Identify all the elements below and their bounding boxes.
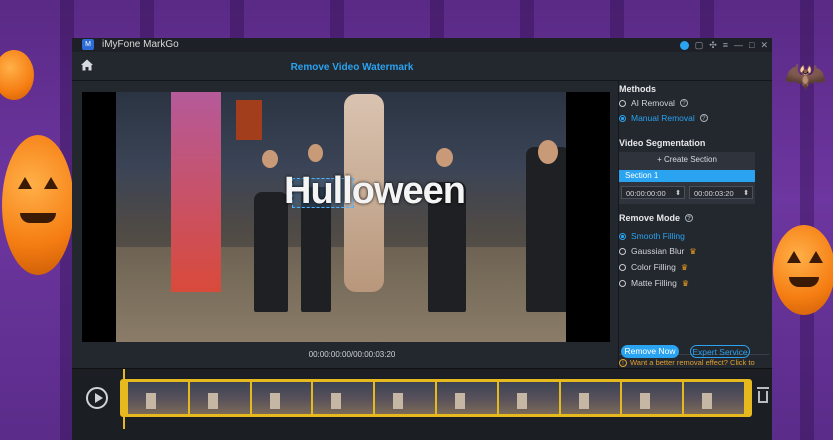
video-person-head: [262, 150, 278, 168]
smooth-filling-label: Smooth Filling: [631, 231, 685, 241]
help-icon[interactable]: ?: [685, 214, 694, 222]
timeline-thumbnail: [313, 382, 374, 414]
radio-icon: [619, 99, 626, 107]
segment-box: + Create Section Section 1 00:00:00:00 ⬍…: [619, 152, 755, 204]
help-icon[interactable]: ?: [679, 99, 688, 107]
video-banner: [236, 100, 262, 140]
crown-icon: ♛: [681, 278, 689, 288]
timeline-thumbnail: [189, 382, 250, 414]
trash-icon[interactable]: [757, 387, 769, 403]
ai-removal-label: AI Removal: [631, 98, 675, 108]
video-watermark-text: Hulloween: [284, 170, 466, 212]
timeline-thumbnail: [498, 382, 559, 414]
timeline-thumbnail: [622, 382, 683, 414]
app-name: iMyFone MarkGo: [102, 39, 179, 50]
settings-panel: Methods AI Removal ? Manual Removal ? Vi…: [618, 80, 772, 377]
remove-mode-heading: Remove Mode ?: [619, 213, 694, 223]
manual-removal-label: Manual Removal: [631, 113, 695, 123]
ai-removal-option[interactable]: AI Removal ?: [619, 98, 688, 108]
title-bar: M iMyFone MarkGo ▢ ✣ ≡ — □ ✕: [72, 38, 772, 52]
start-time-value: 00:00:00:00: [626, 189, 666, 198]
methods-heading: Methods: [619, 84, 656, 94]
close-icon[interactable]: ✕: [760, 40, 768, 51]
gaussian-blur-option[interactable]: Gaussian Blur ♛: [619, 246, 697, 256]
timeline: [72, 368, 772, 440]
timeline-playhead[interactable]: [123, 369, 125, 429]
matte-filling-option[interactable]: Matte Filling ♛: [619, 278, 689, 288]
stepper-icon[interactable]: ⬍: [743, 187, 749, 200]
crown-icon: ♛: [689, 246, 697, 256]
timeline-thumbnails: [128, 382, 744, 414]
crown-icon: ♛: [680, 262, 689, 272]
smooth-filling-option[interactable]: Smooth Filling: [619, 231, 685, 241]
timeline-thumbnail: [375, 382, 435, 414]
end-time-value: 00:00:03:20: [694, 189, 734, 198]
timeline-thumbnail: [436, 382, 497, 414]
video-person-head: [308, 144, 323, 162]
header: Remove Video Watermark: [72, 52, 772, 81]
minimize-icon[interactable]: —: [734, 40, 743, 50]
timeline-thumbnail: [251, 382, 312, 414]
candy-decoration: [0, 50, 34, 100]
window-controls: ▢ ✣ ≡ — □ ✕: [679, 38, 768, 52]
section-item[interactable]: Section 1: [619, 170, 755, 182]
segmentation-heading: Video Segmentation: [619, 138, 706, 148]
expert-service-button[interactable]: Expert Service: [690, 345, 750, 358]
video-person-head: [436, 148, 453, 167]
stepper-icon[interactable]: ⬍: [675, 187, 681, 200]
app-window: M iMyFone MarkGo ▢ ✣ ≡ — □ ✕ Remove Vide…: [72, 38, 772, 440]
video-preview: Hulloween: [82, 92, 610, 342]
timeline-thumbnail: [684, 382, 744, 414]
account-icon[interactable]: [679, 40, 689, 50]
radio-selected-icon: [619, 232, 626, 240]
page-title: Remove Video Watermark: [290, 62, 414, 73]
bat-icon: 🦇: [784, 57, 827, 95]
radio-icon: [619, 279, 626, 287]
menu-icon[interactable]: ≡: [723, 40, 728, 50]
radio-icon: [619, 247, 626, 255]
app-logo-icon: M: [82, 39, 94, 50]
maximize-icon[interactable]: □: [749, 40, 754, 50]
radio-selected-icon: [619, 114, 626, 122]
timeline-thumbnail: [128, 382, 188, 414]
gaussian-blur-label: Gaussian Blur: [631, 246, 685, 256]
radio-icon: [619, 263, 626, 271]
color-filling-label: Color Filling: [631, 262, 676, 272]
cart-icon[interactable]: ▢: [695, 40, 704, 51]
info-icon: !: [619, 359, 627, 367]
video-frame: Hulloween: [116, 92, 566, 342]
timeline-thumbnail: [560, 382, 621, 414]
remove-now-button[interactable]: Remove Now: [621, 345, 679, 358]
player-timecode: 00:00:00:00/00:00:03:20: [308, 350, 396, 359]
remove-mode-label: Remove Mode: [619, 213, 681, 223]
video-person-head: [538, 140, 558, 164]
end-time-field[interactable]: 00:00:03:20 ⬍: [689, 186, 753, 199]
color-filling-option[interactable]: Color Filling ♛: [619, 262, 688, 272]
play-button[interactable]: [86, 387, 108, 409]
timeline-track[interactable]: [120, 379, 752, 417]
help-icon[interactable]: ?: [699, 114, 708, 122]
start-time-field[interactable]: 00:00:00:00 ⬍: [621, 186, 685, 199]
video-person: [254, 192, 288, 312]
video-person: [526, 147, 566, 312]
video-costume: [171, 92, 221, 292]
manual-removal-option[interactable]: Manual Removal ?: [619, 113, 708, 123]
pumpkin-icon: [773, 225, 833, 315]
matte-filling-label: Matte Filling: [631, 278, 677, 288]
pumpkin-icon: [2, 135, 74, 275]
create-section-button[interactable]: + Create Section: [619, 152, 755, 167]
settings-icon[interactable]: ✣: [709, 40, 717, 51]
